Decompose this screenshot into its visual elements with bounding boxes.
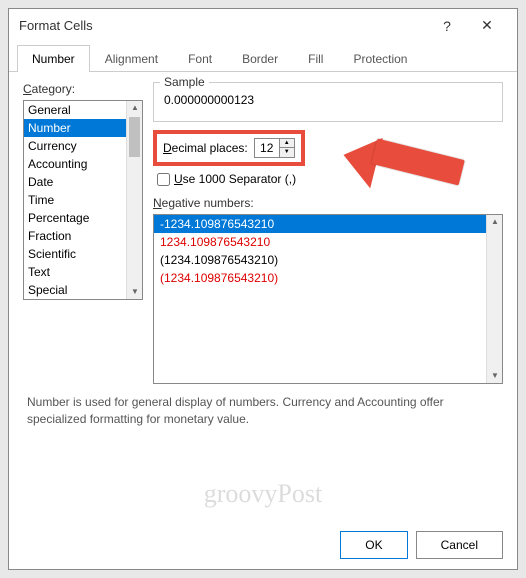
close-button[interactable]: ✕ — [467, 17, 507, 34]
list-item[interactable]: Special — [24, 281, 142, 299]
thousands-separator-label: Use 1000 Separator (,) — [174, 172, 296, 186]
format-cells-dialog: Format Cells ? ✕ Number Alignment Font B… — [8, 8, 518, 570]
tab-font[interactable]: Font — [173, 45, 227, 72]
sample-label: Sample — [160, 75, 209, 89]
scroll-down-icon[interactable]: ▼ — [488, 369, 502, 383]
scroll-thumb[interactable] — [129, 117, 140, 157]
negative-numbers-listbox[interactable]: -1234.109876543210 1234.109876543210 (12… — [153, 214, 503, 384]
tab-strip: Number Alignment Font Border Fill Protec… — [9, 44, 517, 72]
tab-protection[interactable]: Protection — [338, 45, 422, 72]
help-button[interactable]: ? — [427, 18, 467, 34]
tab-content: Category: General Number Currency Accoun… — [9, 72, 517, 521]
scroll-up-icon[interactable]: ▲ — [488, 215, 502, 229]
scrollbar[interactable]: ▲ ▼ — [126, 101, 142, 299]
list-item[interactable]: 1234.109876543210 — [154, 233, 502, 251]
sample-group: Sample 0.000000000123 — [153, 82, 503, 122]
list-item[interactable]: General — [24, 101, 142, 119]
button-bar: OK Cancel — [9, 521, 517, 569]
list-item[interactable]: Time — [24, 191, 142, 209]
list-item[interactable]: Fraction — [24, 227, 142, 245]
category-label: Category: — [23, 82, 143, 96]
list-item[interactable]: (1234.109876543210) — [154, 269, 502, 287]
spin-down-icon[interactable]: ▼ — [280, 148, 294, 157]
tab-number[interactable]: Number — [17, 45, 90, 72]
list-item[interactable]: Number — [24, 119, 142, 137]
scrollbar[interactable]: ▲ ▼ — [486, 215, 502, 383]
description-text: Number is used for general display of nu… — [23, 384, 503, 428]
list-item[interactable]: Percentage — [24, 209, 142, 227]
list-item[interactable]: (1234.109876543210) — [154, 251, 502, 269]
sample-value: 0.000000000123 — [162, 89, 494, 111]
scroll-up-icon[interactable]: ▲ — [128, 101, 142, 115]
ok-button[interactable]: OK — [340, 531, 407, 559]
scroll-down-icon[interactable]: ▼ — [128, 285, 142, 299]
list-item[interactable]: -1234.109876543210 — [154, 215, 502, 233]
list-item[interactable]: Accounting — [24, 155, 142, 173]
list-item[interactable]: Text — [24, 263, 142, 281]
tab-fill[interactable]: Fill — [293, 45, 338, 72]
thousands-separator-checkbox[interactable] — [157, 173, 170, 186]
decimal-places-input[interactable] — [255, 139, 279, 157]
cancel-button[interactable]: Cancel — [416, 531, 503, 559]
category-listbox[interactable]: General Number Currency Accounting Date … — [23, 100, 143, 300]
decimal-places-spinner[interactable]: ▲ ▼ — [254, 138, 295, 158]
decimal-places-highlight: Decimal places: ▲ ▼ — [153, 130, 305, 166]
tab-border[interactable]: Border — [227, 45, 293, 72]
list-item[interactable]: Scientific — [24, 245, 142, 263]
dialog-title: Format Cells — [19, 18, 427, 33]
list-item[interactable]: Date — [24, 173, 142, 191]
tab-alignment[interactable]: Alignment — [90, 45, 173, 72]
decimal-places-label: Decimal places: — [163, 141, 248, 155]
spin-up-icon[interactable]: ▲ — [280, 139, 294, 148]
thousands-separator-row[interactable]: Use 1000 Separator (,) — [153, 172, 503, 186]
list-item[interactable]: Custom — [24, 299, 142, 300]
negative-numbers-label: Negative numbers: — [153, 196, 503, 210]
list-item[interactable]: Currency — [24, 137, 142, 155]
titlebar: Format Cells ? ✕ — [9, 9, 517, 42]
